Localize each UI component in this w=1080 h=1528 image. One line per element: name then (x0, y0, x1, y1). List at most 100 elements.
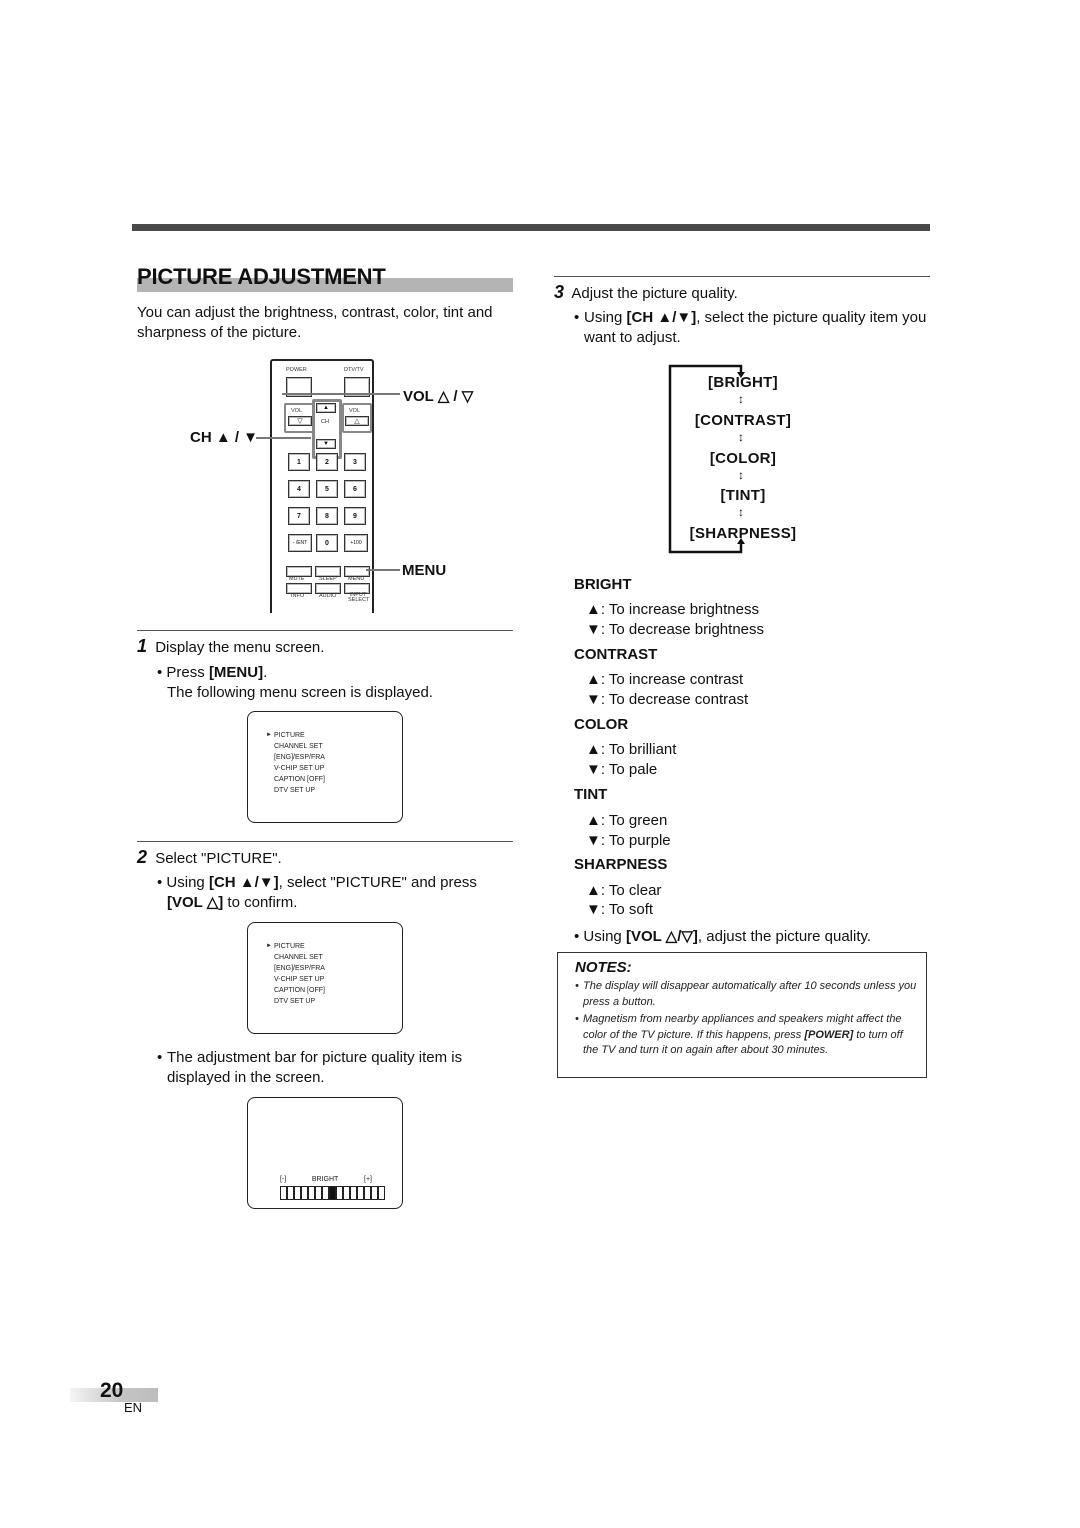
step-2-bullet-mid: , select "PICTURE" and press (278, 874, 477, 891)
adjustment-bar (280, 1186, 385, 1200)
menu-item-caption: CAPTION [OFF] (274, 987, 325, 994)
key-6: 6 (344, 480, 366, 498)
adjustment-bar-segment (364, 1186, 371, 1200)
setting-bright-heading: BRIGHT (574, 576, 632, 593)
tv-menu-list: ► PICTURE CHANNEL SET [ENG]/ESP/FRA V-CHI… (266, 730, 325, 796)
step-1-number: 1 (137, 636, 148, 656)
adjustment-bar-segment (315, 1186, 322, 1200)
page-title: PICTURE ADJUSTMENT (137, 264, 386, 289)
menu-item-vchip: V-CHIP SET UP (274, 765, 325, 772)
adjustment-bar-segment (287, 1186, 294, 1200)
vol-key: [VOL △] (167, 894, 224, 911)
adjustment-bar-segment (308, 1186, 315, 1200)
step-3-bullet-text: Using (584, 309, 627, 326)
adjustment-bar-segment-active (329, 1186, 336, 1200)
step-1-followup: The following menu screen is displayed. (167, 684, 433, 701)
menu-item-picture: PICTURE (274, 732, 305, 739)
vol-up-button: △ (345, 416, 369, 426)
plus-label: [+] (364, 1176, 372, 1183)
step-3-number: 3 (554, 282, 565, 302)
adjustment-bar-segment (280, 1186, 287, 1200)
info-label: INFO (291, 593, 305, 599)
key-5: 5 (316, 480, 338, 498)
menu-key: [MENU] (208, 664, 264, 681)
step-3-heading: 3 Adjust the picture quality. (554, 282, 738, 303)
ch-down-button: ▼ (316, 439, 336, 449)
cursor-icon: ► (266, 943, 272, 949)
setting-sharpness-down: ▼: To soft (586, 901, 654, 918)
key-9: 9 (344, 507, 366, 525)
input-select-label: INPUT SELECT (348, 592, 370, 603)
setting-bright-up: ▲: To increase brightness (586, 601, 759, 618)
adjustment-bar-segment (350, 1186, 357, 1200)
setting-color-up: ▲: To brilliant (586, 741, 677, 758)
setting-bright-down: ▼: To decrease brightness (586, 621, 765, 638)
adjustment-bar-segment (294, 1186, 301, 1200)
menu-item-dtv-setup: DTV SET UP (274, 998, 316, 1005)
bright-label: BRIGHT (311, 1176, 339, 1183)
intro-text: You can adjust the brightness, contrast,… (137, 304, 493, 341)
tv-menu-list: ► PICTURE CHANNEL SET [ENG]/ESP/FRA V-CHI… (266, 941, 325, 1007)
header-rule (132, 224, 930, 231)
adjustment-bar-segment (336, 1186, 343, 1200)
step-2-heading: 2 Select "PICTURE". (137, 847, 282, 868)
key-4: 4 (288, 480, 310, 498)
menu-callout-line (366, 569, 400, 571)
step-2-rule (137, 841, 513, 842)
step-2-followup: • The adjustment bar for picture quality… (157, 1048, 517, 1088)
menu-item-caption: CAPTION [OFF] (274, 776, 325, 783)
ch-label: CH (321, 419, 329, 425)
vol-callout: VOL △ / ▽ (403, 388, 474, 405)
menu-item-channel-set: CHANNEL SET (274, 954, 323, 961)
tv-menu-screen-1: ► PICTURE CHANNEL SET [ENG]/ESP/FRA V-CHI… (247, 711, 403, 823)
step-3-bullet: • Using [CH ▲/▼], select the picture qua… (574, 309, 927, 346)
step-1-bullet-text: Press (166, 664, 209, 681)
menu-callout: MENU (402, 562, 447, 579)
power-label: POWER (286, 367, 307, 373)
double-arrow-icon: ↕ (738, 468, 744, 482)
menu-item-channel-set: CHANNEL SET (274, 743, 323, 750)
step-2-bullet: • Using [CH ▲/▼], select "PICTURE" and p… (157, 874, 477, 911)
step-3-final-bullet: • Using [VOL △/▽], adjust the picture qu… (574, 928, 872, 945)
vol-left-label: VOL (291, 408, 303, 414)
power-key: [POWER] (804, 1028, 854, 1041)
setting-sharpness-heading: SHARPNESS (574, 856, 668, 873)
key-ent: - /ENT (288, 534, 312, 552)
step-1-bullet-suffix: . (263, 664, 268, 681)
double-arrow-icon: ↕ (738, 430, 744, 444)
step-1-bullet: • Press [MENU]. (157, 664, 268, 681)
flow-item-color: [COLOR] (709, 450, 777, 467)
setting-tint-down: ▼: To purple (586, 832, 671, 849)
key-8: 8 (316, 507, 338, 525)
note-1-text: The display will disappear automatically… (583, 980, 917, 1008)
flow-item-tint: [TINT] (720, 487, 766, 504)
ch-callout: CH ▲ / ▼ (190, 429, 259, 446)
adjust-labels: [-] BRIGHT [+] (280, 1176, 372, 1183)
ch-callout-line (256, 437, 311, 439)
setting-tint-heading: TINT (574, 786, 608, 803)
final-bullet-suffix: , adjust the picture quality. (697, 928, 872, 945)
step-2-bullet-suffix: to confirm. (223, 894, 298, 911)
key-2: 2 (316, 453, 338, 471)
vol-right-label: VOL (349, 408, 361, 414)
step-3-text: Adjust the picture quality. (571, 285, 738, 302)
adjustment-bar-segment (371, 1186, 378, 1200)
ch-key: [CH ▲/▼] (208, 874, 279, 891)
step-2-text: Select "PICTURE". (155, 850, 282, 867)
picture-item-cycle-diagram: [BRIGHT] ↕ [CONTRAST] ↕ [COLOR] ↕ [TINT]… (668, 364, 818, 554)
adjustment-bar-segment (301, 1186, 308, 1200)
double-arrow-icon: ↕ (738, 392, 744, 406)
step-2-bullet-text: Using (166, 874, 209, 891)
menu-item-vchip: V-CHIP SET UP (274, 976, 325, 983)
adjustment-bar-segment (357, 1186, 364, 1200)
final-bullet-text: Using (583, 928, 626, 945)
adjust-bar-text: The adjustment bar for picture quality i… (167, 1049, 463, 1086)
menu-item-language: [ENG]/ESP/FRA (274, 754, 325, 761)
vol-callout-line (282, 393, 400, 395)
key-7: 7 (288, 507, 310, 525)
minus-label: [-] (280, 1176, 287, 1183)
menu-item-language: [ENG]/ESP/FRA (274, 965, 325, 972)
flow-item-contrast: [CONTRAST] (694, 412, 792, 429)
setting-contrast-heading: CONTRAST (574, 646, 658, 663)
key-plus100: +100 (344, 534, 368, 552)
